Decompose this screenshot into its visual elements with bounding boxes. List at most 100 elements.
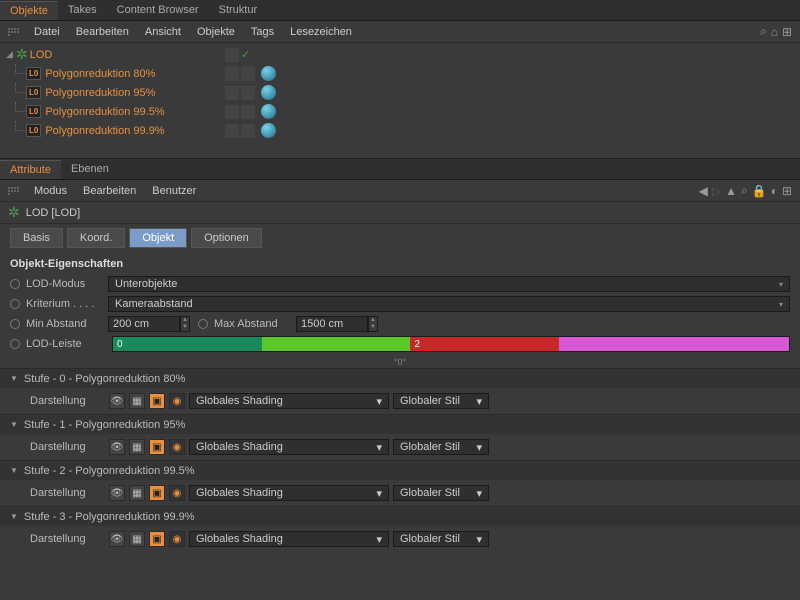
tree-label[interactable]: Polygonreduktion 99.5% <box>45 106 164 118</box>
display-eye-icon[interactable]: 👁 <box>109 531 125 547</box>
expand-icon[interactable]: ◢ <box>6 49 16 60</box>
lod-seg-3[interactable] <box>559 337 789 351</box>
search-icon[interactable]: ⌕ <box>760 24 767 39</box>
tab-objekte[interactable]: Objekte <box>0 1 58 20</box>
display-style-icon[interactable]: ◉ <box>169 485 185 501</box>
stufe-header[interactable]: ▼Stufe - 0 - Polygonreduktion 80% <box>0 368 800 388</box>
layer-tag-icon[interactable] <box>241 67 255 81</box>
menu-bearbeiten[interactable]: Bearbeiten <box>75 185 144 197</box>
radio-icon[interactable] <box>10 319 20 329</box>
stufe-header[interactable]: ▼Stufe - 3 - Polygonreduktion 99.9% <box>0 506 800 526</box>
menu-objekte[interactable]: Objekte <box>189 26 243 38</box>
display-shading-icon[interactable]: ▣ <box>149 393 165 409</box>
spinner-icon[interactable]: ▲▼ <box>180 316 190 332</box>
display-wire-icon[interactable]: ▦ <box>129 485 145 501</box>
display-eye-icon[interactable]: 👁 <box>109 439 125 455</box>
radio-icon[interactable] <box>10 299 20 309</box>
spinner-icon[interactable]: ▲▼ <box>368 316 378 332</box>
material-sphere-icon[interactable] <box>261 66 276 81</box>
display-wire-icon[interactable]: ▦ <box>129 439 145 455</box>
layer-tag-icon[interactable] <box>225 67 239 81</box>
home-icon[interactable]: ⌂ <box>771 25 778 39</box>
layer-tag-icon[interactable] <box>225 124 239 138</box>
tab-basis[interactable]: Basis <box>10 228 63 248</box>
nav-back-icon[interactable]: ◀ <box>699 184 708 198</box>
shading-dropdown[interactable]: Globales Shading▾ <box>189 485 389 501</box>
layer-tag-icon[interactable] <box>241 124 255 138</box>
menu-tags[interactable]: Tags <box>243 26 282 38</box>
stufe-header[interactable]: ▼Stufe - 1 - Polygonreduktion 95% <box>0 414 800 434</box>
tab-objekt[interactable]: Objekt <box>129 228 187 248</box>
stil-dropdown[interactable]: Globaler Stil▾ <box>393 485 489 501</box>
history-icon[interactable]: ◐ <box>771 184 778 198</box>
nav-up-icon[interactable]: ▲ <box>725 184 737 198</box>
tab-optionen[interactable]: Optionen <box>191 228 262 248</box>
expand-icon[interactable]: ⊞ <box>782 25 792 39</box>
check-icon[interactable]: ✓ <box>241 48 250 61</box>
max-abstand-input[interactable]: 1500 cm <box>296 316 368 332</box>
display-style-icon[interactable]: ◉ <box>169 439 185 455</box>
tab-content-browser[interactable]: Content Browser <box>107 1 209 19</box>
layer-tag-icon[interactable] <box>241 86 255 100</box>
tree-child-row[interactable]: L0 Polygonreduktion 99.5% <box>0 102 800 121</box>
tab-koord[interactable]: Koord. <box>67 228 125 248</box>
lod-seg-1[interactable] <box>262 337 411 351</box>
tab-attribute[interactable]: Attribute <box>0 160 61 179</box>
kriterium-dropdown[interactable]: Kameraabstand▾ <box>108 296 790 312</box>
display-eye-icon[interactable]: 👁 <box>109 485 125 501</box>
stil-dropdown[interactable]: Globaler Stil▾ <box>393 531 489 547</box>
menu-modus[interactable]: Modus <box>26 185 75 197</box>
layer-tag-icon[interactable] <box>241 105 255 119</box>
tree-root-row[interactable]: ◢ ✲ LOD ✓ <box>0 45 800 64</box>
radio-icon[interactable] <box>10 339 20 349</box>
material-sphere-icon[interactable] <box>261 123 276 138</box>
menu-ansicht[interactable]: Ansicht <box>137 26 189 38</box>
lod-bar[interactable]: 0 2 <box>112 336 790 352</box>
display-wire-icon[interactable]: ▦ <box>129 393 145 409</box>
menu-lesezeichen[interactable]: Lesezeichen <box>282 26 360 38</box>
display-shading-icon[interactable]: ▣ <box>149 439 165 455</box>
expand-icon[interactable]: ⊞ <box>782 184 792 198</box>
tab-ebenen[interactable]: Ebenen <box>61 160 119 178</box>
tree-label[interactable]: LOD <box>30 49 53 61</box>
tree-child-row[interactable]: L0 Polygonreduktion 95% <box>0 83 800 102</box>
stil-dropdown[interactable]: Globaler Stil▾ <box>393 393 489 409</box>
lod-modus-dropdown[interactable]: Unterobjekte▾ <box>108 276 790 292</box>
menu-datei[interactable]: Datei <box>26 26 68 38</box>
grade-indicator-icon[interactable]: °0° <box>394 357 406 367</box>
stufe-header[interactable]: ▼Stufe - 2 - Polygonreduktion 99.5% <box>0 460 800 480</box>
radio-icon[interactable] <box>198 319 208 329</box>
shading-dropdown[interactable]: Globales Shading▾ <box>189 531 389 547</box>
chevron-down-icon: ▾ <box>779 280 783 289</box>
layer-tag-icon[interactable] <box>225 86 239 100</box>
material-sphere-icon[interactable] <box>261 104 276 119</box>
nav-fwd-icon[interactable]: ▷ <box>712 184 721 198</box>
search-icon[interactable]: ⌕ <box>741 183 748 198</box>
material-sphere-icon[interactable] <box>261 85 276 100</box>
tab-takes[interactable]: Takes <box>58 1 107 19</box>
lod-seg-0[interactable]: 0 <box>113 337 262 351</box>
tree-child-row[interactable]: L0 Polygonreduktion 80% <box>0 64 800 83</box>
display-shading-icon[interactable]: ▣ <box>149 485 165 501</box>
tab-struktur[interactable]: Struktur <box>209 1 268 19</box>
lock-icon[interactable]: 🔒 <box>752 184 767 198</box>
display-style-icon[interactable]: ◉ <box>169 393 185 409</box>
display-shading-icon[interactable]: ▣ <box>149 531 165 547</box>
menu-bearbeiten[interactable]: Bearbeiten <box>68 26 137 38</box>
tree-label[interactable]: Polygonreduktion 95% <box>45 87 155 99</box>
stil-dropdown[interactable]: Globaler Stil▾ <box>393 439 489 455</box>
menu-benutzer[interactable]: Benutzer <box>144 185 204 197</box>
tree-child-row[interactable]: L0 Polygonreduktion 99.9% <box>0 121 800 140</box>
shading-dropdown[interactable]: Globales Shading▾ <box>189 393 389 409</box>
layer-tag-icon[interactable] <box>225 48 239 62</box>
radio-icon[interactable] <box>10 279 20 289</box>
lod-seg-2[interactable]: 2 <box>410 337 559 351</box>
display-eye-icon[interactable]: 👁 <box>109 393 125 409</box>
tree-label[interactable]: Polygonreduktion 99.9% <box>45 125 164 137</box>
min-abstand-input[interactable]: 200 cm <box>108 316 180 332</box>
tree-label[interactable]: Polygonreduktion 80% <box>45 68 155 80</box>
display-style-icon[interactable]: ◉ <box>169 531 185 547</box>
display-wire-icon[interactable]: ▦ <box>129 531 145 547</box>
shading-dropdown[interactable]: Globales Shading▾ <box>189 439 389 455</box>
layer-tag-icon[interactable] <box>225 105 239 119</box>
